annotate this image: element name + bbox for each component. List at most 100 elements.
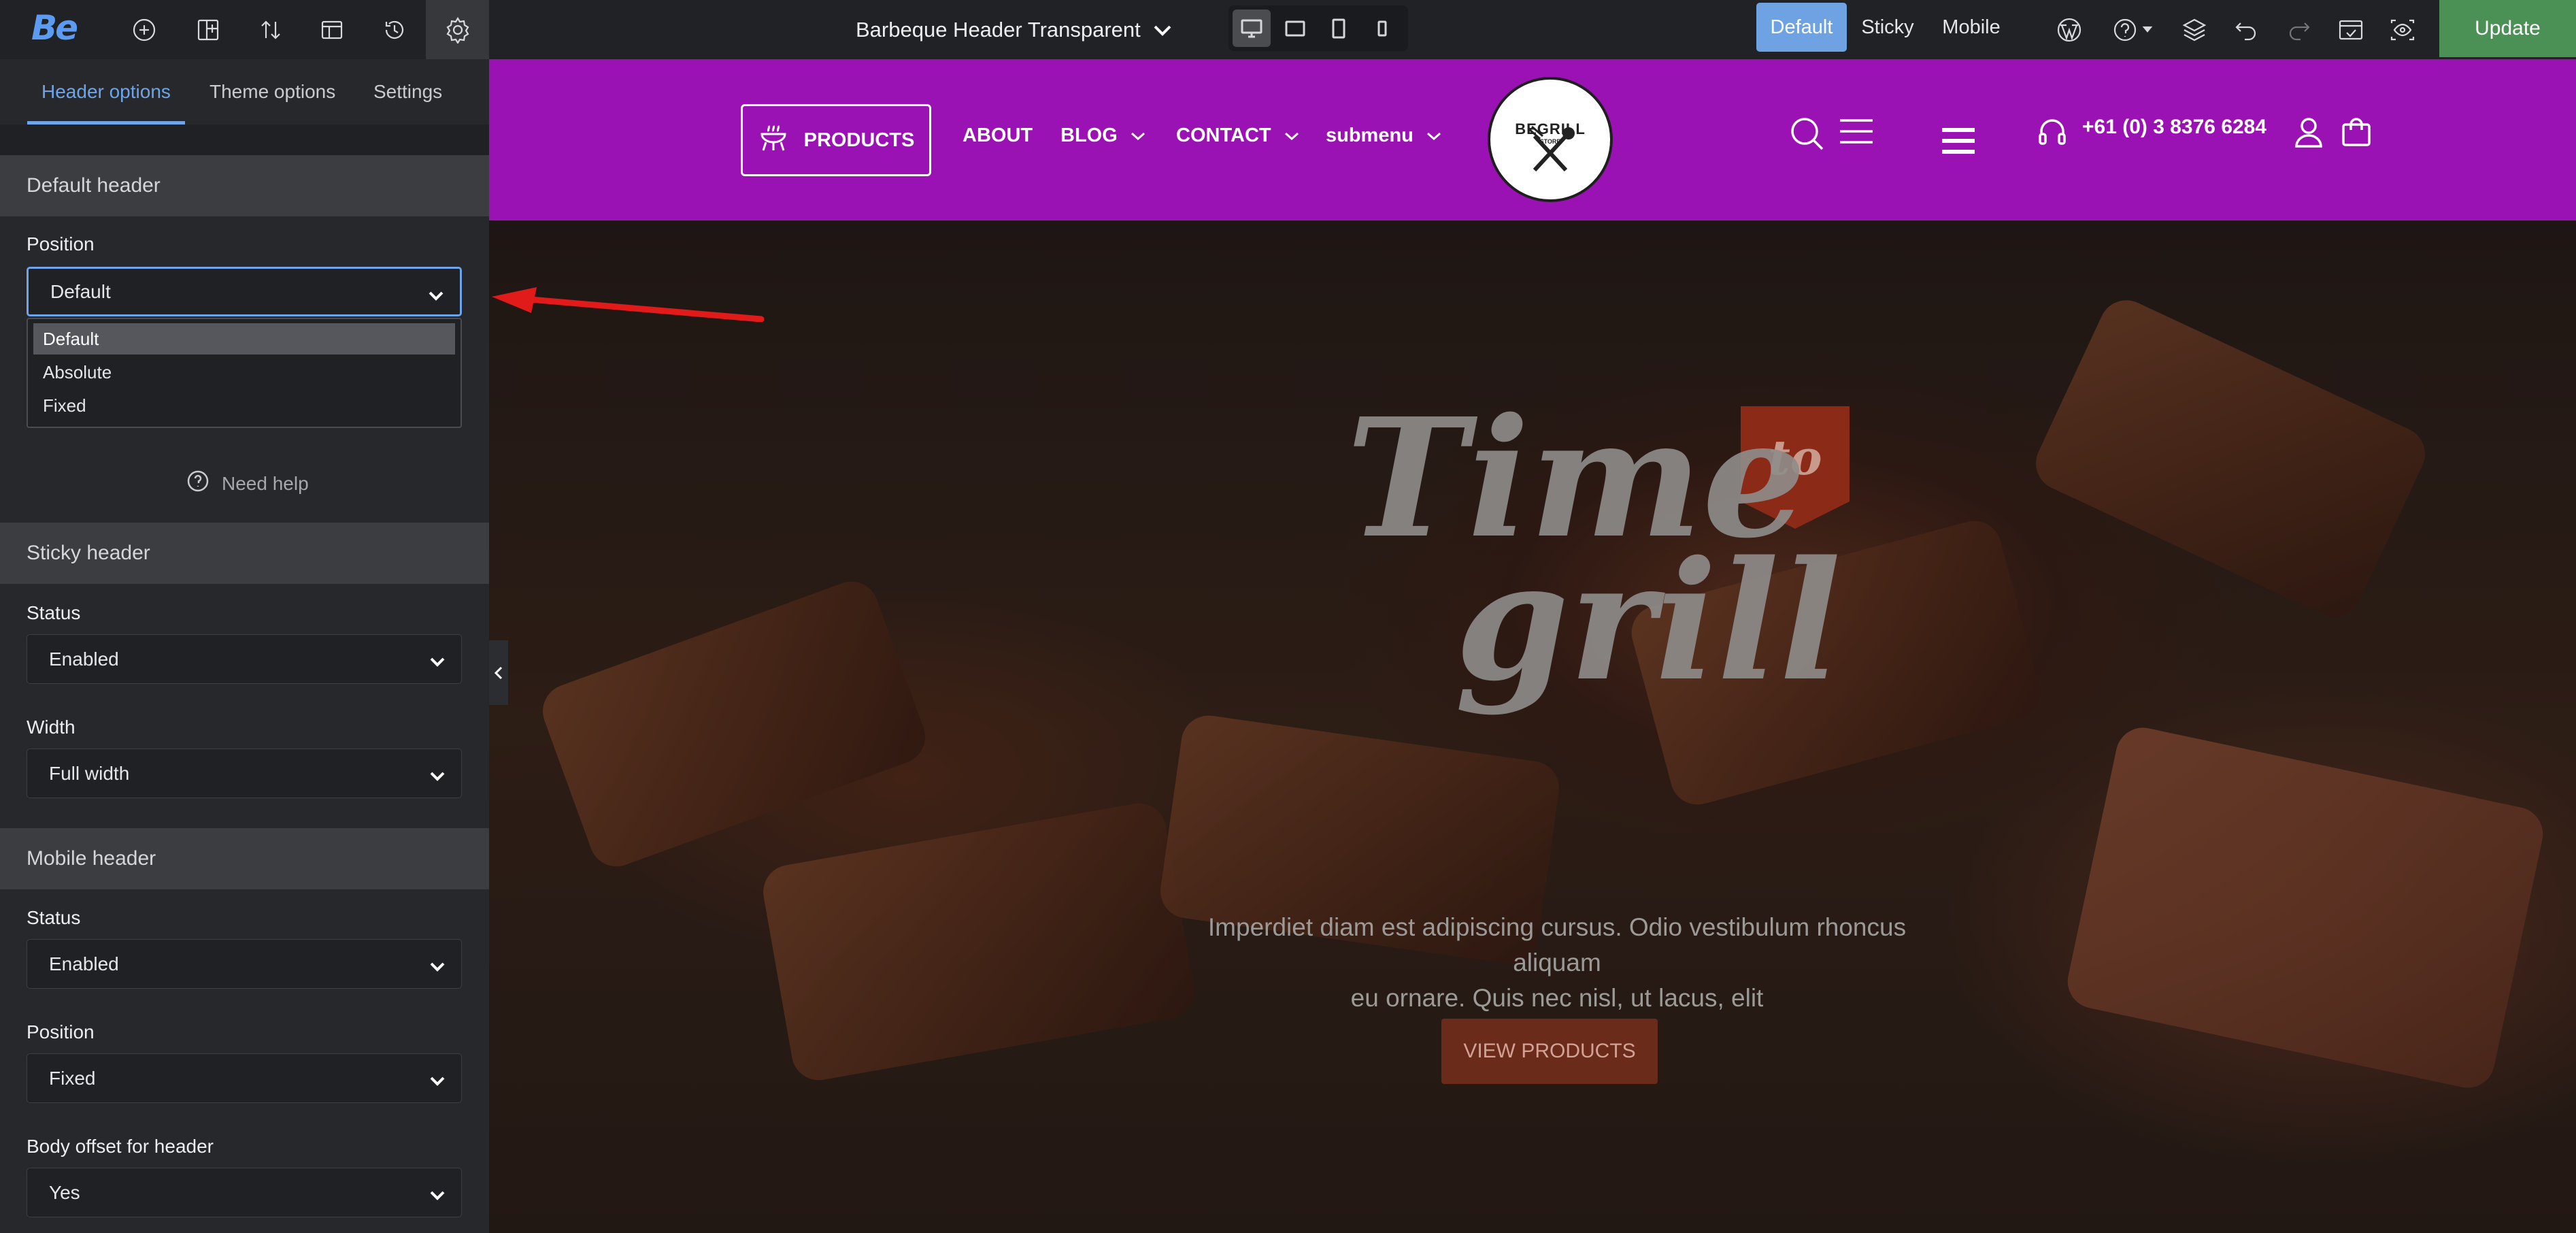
chevron-down-icon	[1426, 132, 1441, 140]
nav-contact[interactable]: CONTACT	[1176, 125, 1300, 147]
menu-lines-icon[interactable]	[1839, 118, 1874, 148]
chevron-down-icon	[429, 651, 446, 673]
site-header: PRODUCTS ABOUT BLOG CONTACT submenu BEGR…	[489, 59, 2576, 220]
tablet-portrait-icon[interactable]	[1320, 10, 1358, 47]
tab-settings[interactable]: Settings	[373, 59, 442, 125]
page-title-dropdown[interactable]: Barbeque Header Transparent	[856, 0, 1172, 59]
hamburger-icon[interactable]	[1941, 127, 1976, 158]
search-icon[interactable]	[1790, 116, 1825, 155]
settings-icon[interactable]	[426, 0, 489, 59]
mode-mobile-button[interactable]: Mobile	[1929, 3, 2013, 52]
tab-theme-options[interactable]: Theme options	[210, 59, 335, 125]
tab-header-options[interactable]: Header options	[41, 59, 171, 125]
tablet-landscape-icon[interactable]	[1276, 10, 1314, 47]
need-help-link[interactable]: Need help	[186, 470, 309, 497]
crossed-utensils-icon	[1528, 125, 1575, 172]
nav-submenu-label: submenu	[1326, 125, 1414, 146]
mobile-status-select[interactable]: Enabled	[27, 939, 462, 989]
update-button[interactable]: Update	[2439, 0, 2576, 57]
preview-icon[interactable]	[2330, 0, 2371, 59]
nav-contact-label: CONTACT	[1176, 125, 1271, 146]
products-button[interactable]: PRODUCTS	[741, 104, 931, 176]
position-label: Position	[27, 233, 95, 254]
sticky-width-label: Width	[27, 717, 76, 738]
wordpress-icon[interactable]	[2049, 0, 2090, 59]
sticky-width-select[interactable]: Full width	[27, 749, 462, 798]
sticky-status-value: Enabled	[49, 648, 119, 670]
nav-about[interactable]: ABOUT	[963, 125, 1033, 147]
position-select-value: Default	[50, 280, 111, 302]
mobile-header-section-title: Mobile header	[0, 828, 489, 889]
sticky-status-label: Status	[27, 602, 81, 623]
option-absolute[interactable]: Absolute	[33, 357, 455, 388]
annotation-arrow	[492, 287, 765, 323]
begrill-logo[interactable]: BEGRILL STORE	[1488, 77, 1613, 202]
chevron-down-icon	[429, 1070, 446, 1092]
hero-description-line1: Imperdiet diam est adipiscing cursus. Od…	[1207, 913, 1907, 976]
position-dropdown-list: Default Absolute Fixed	[27, 318, 462, 428]
be-logo[interactable]: Be	[31, 8, 78, 48]
mode-default-button[interactable]: Default	[1756, 3, 1847, 52]
chevron-down-icon	[429, 956, 446, 978]
sort-icon[interactable]	[250, 0, 291, 59]
mobile-position-label: Position	[27, 1021, 95, 1042]
chevron-down-icon	[427, 285, 445, 307]
chevron-down-icon	[1131, 132, 1145, 140]
view-products-button[interactable]: VIEW PRODUCTS	[1441, 1019, 1658, 1084]
chevron-down-icon	[429, 766, 446, 787]
nav-submenu[interactable]: submenu	[1326, 125, 1442, 147]
nav-blog-label: BLOG	[1060, 125, 1118, 146]
mobile-position-value: Fixed	[49, 1067, 96, 1089]
desktop-icon[interactable]	[1233, 10, 1271, 47]
help-icon[interactable]	[2106, 0, 2160, 59]
chevron-down-icon	[1153, 18, 1172, 42]
template-icon[interactable]	[312, 0, 352, 59]
help-circle-icon	[186, 470, 210, 497]
sidebar: Header options Theme options Settings De…	[0, 59, 489, 1233]
chevron-down-icon	[429, 1185, 446, 1206]
eye-icon[interactable]	[2382, 0, 2423, 59]
option-fixed[interactable]: Fixed	[33, 390, 455, 421]
default-header-section-title: Default header	[0, 155, 489, 216]
page-title: Barbeque Header Transparent	[856, 17, 1141, 42]
mode-sticky-button[interactable]: Sticky	[1850, 3, 1925, 52]
shopping-bag-icon[interactable]	[2341, 116, 2372, 151]
headset-icon[interactable]	[2036, 118, 2069, 151]
user-icon[interactable]	[2293, 116, 2324, 151]
phone-number[interactable]: +61 (0) 3 8376 6284	[2082, 116, 2266, 139]
top-toolbar: Be Barbeque Header Transparent Default S…	[0, 0, 2576, 59]
layers-icon[interactable]	[2174, 0, 2215, 59]
products-label: PRODUCTS	[803, 129, 915, 151]
page-preview: PRODUCTS ABOUT BLOG CONTACT submenu BEGR…	[489, 59, 2576, 1233]
hero-description: Imperdiet diam est adipiscing cursus. Od…	[1183, 910, 1931, 1016]
divider	[0, 125, 489, 155]
position-select[interactable]: Default	[27, 267, 462, 316]
mobile-status-label: Status	[27, 907, 81, 928]
hero-title-line2: grill	[1455, 525, 1841, 717]
sticky-width-value: Full width	[49, 762, 130, 784]
mobile-status-value: Enabled	[49, 953, 119, 974]
hero-title: to Time grill	[1346, 382, 1850, 717]
sticky-header-section-title: Sticky header	[0, 523, 489, 584]
hero-description-line2: eu ornare. Quis nec nisl, ut lacus, elit	[1350, 984, 1764, 1012]
nav-blog[interactable]: BLOG	[1060, 125, 1146, 147]
layout-icon[interactable]	[188, 0, 229, 59]
mobile-icon[interactable]	[1363, 10, 1401, 47]
sticky-status-select[interactable]: Enabled	[27, 634, 462, 684]
sidebar-tabs: Header options Theme options Settings	[0, 59, 489, 125]
grill-icon	[758, 122, 789, 159]
add-icon[interactable]	[124, 0, 165, 59]
body-offset-label: Body offset for header	[27, 1136, 214, 1157]
nav-about-label: ABOUT	[963, 125, 1033, 146]
chevron-down-icon	[1284, 132, 1299, 140]
mobile-position-select[interactable]: Fixed	[27, 1053, 462, 1103]
body-offset-value: Yes	[49, 1181, 80, 1203]
option-default[interactable]: Default	[33, 323, 455, 355]
body-offset-select[interactable]: Yes	[27, 1168, 462, 1217]
need-help-label: Need help	[222, 472, 309, 494]
chevron-left-icon	[494, 666, 503, 679]
undo-icon[interactable]	[2226, 0, 2266, 59]
sidebar-collapse-handle[interactable]	[489, 640, 508, 705]
history-icon[interactable]	[374, 0, 415, 59]
redo-icon[interactable]	[2279, 0, 2320, 59]
